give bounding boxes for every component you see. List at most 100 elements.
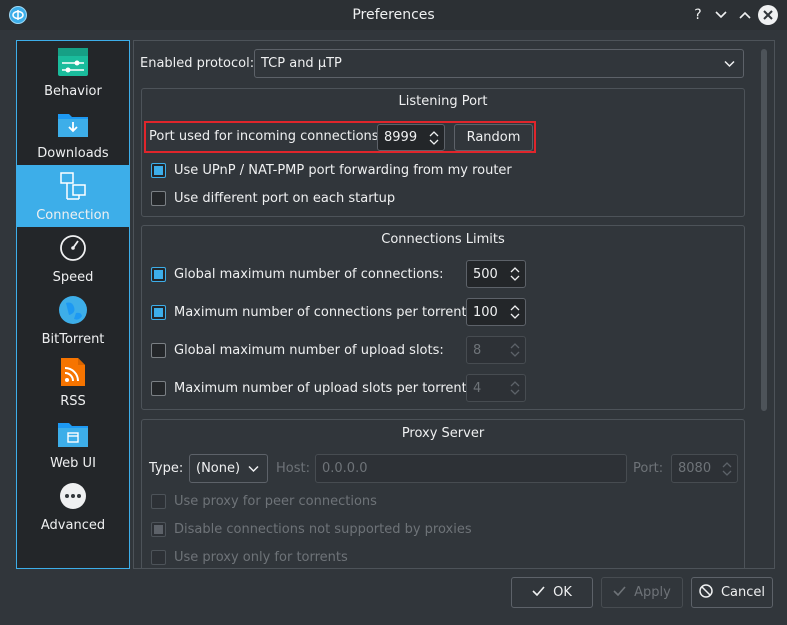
global-max-connections-row[interactable]: Global maximum number of connections: [151,267,444,282]
max-upload-slots-per-torrent-label: Maximum number of upload slots per torre… [174,381,472,396]
max-upload-slots-per-torrent-row[interactable]: Maximum number of upload slots per torre… [151,381,471,396]
port-value: 8999 [384,130,418,145]
rss-icon [57,356,89,388]
connection-settings-panel: Enabled protocol: TCP and µTP Listening … [133,40,775,569]
sidebar-item-label: BitTorrent [41,332,105,347]
max-connections-per-torrent-spinbox[interactable]: 100 [466,298,526,326]
apply-label: Apply [634,585,671,600]
sidebar-item-connection[interactable]: Connection [17,165,129,227]
diff-port-checkbox-row[interactable]: Use different port on each startup [151,191,395,206]
upnp-label: Use UPnP / NAT-PMP port forwarding from … [174,163,512,178]
close-icon[interactable] [758,5,778,25]
spin-arrows-icon [508,337,522,363]
global-max-upload-slots-label: Global maximum number of upload slots: [174,343,444,358]
upnp-checkbox[interactable] [151,163,166,178]
max-upload-slots-per-torrent-checkbox[interactable] [151,381,166,396]
protocol-select[interactable]: TCP and µTP [254,49,744,78]
proxy-peer-connections-label: Use proxy for peer connections [174,494,377,509]
proxy-only-torrents-checkbox [151,550,166,565]
proxy-host-input[interactable]: 0.0.0.0 [315,454,627,483]
window-title: Preferences [352,7,435,23]
global-max-upload-slots-row[interactable]: Global maximum number of upload slots: [151,343,444,358]
proxy-peer-connections-row: Use proxy for peer connections [151,494,377,509]
apply-button: Apply [601,577,683,608]
global-max-connections-label: Global maximum number of connections: [174,267,444,282]
sidebar-item-advanced[interactable]: Advanced [17,475,129,537]
port-label: Port used for incoming connections: [149,129,383,144]
sidebar-item-label: Behavior [44,84,102,99]
ok-label: OK [553,585,572,600]
sidebar-item-label: Advanced [40,518,106,533]
max-connections-per-torrent-label: Maximum number of connections per torren… [174,305,471,320]
global-max-connections-value: 500 [473,266,498,282]
random-port-button[interactable]: Random [454,124,533,151]
sidebar-item-label: Downloads [37,146,109,161]
proxy-host-value: 0.0.0.0 [322,461,368,476]
sidebar-item-web-ui[interactable]: Web UI [17,413,129,475]
proxy-port-spinbox: 8080 [671,454,738,483]
sidebar-item-label: RSS [60,394,86,409]
vertical-scrollbar[interactable] [761,49,767,411]
sidebar-item-speed[interactable]: Speed [17,227,129,289]
proxy-disable-unsupported-row: Disable connections not supported by pro… [151,522,472,537]
title-bar: Preferences ? [0,0,787,30]
advanced-icon [57,480,89,512]
chevron-down-icon [724,56,735,71]
proxy-port-value: 8080 [678,461,712,476]
proxy-host-label: Host: [276,461,310,476]
proxy-disable-unsupported-label: Disable connections not supported by pro… [174,522,472,537]
listening-port-title: Listening Port [398,94,488,109]
diff-port-label: Use different port on each startup [174,191,396,206]
sidebar-item-downloads[interactable]: Downloads [17,103,129,165]
proxy-type-select[interactable]: (None) [189,454,268,483]
global-max-connections-spinbox[interactable]: 500 [466,260,526,288]
spin-arrows-icon [720,455,734,482]
ok-button[interactable]: OK [511,577,593,608]
help-icon[interactable]: ? [688,5,708,25]
cancel-label: Cancel [720,585,766,600]
sidebar-item-label: Connection [36,208,110,223]
proxy-only-torrents-row: Use proxy only for torrents [151,550,348,565]
global-max-upload-slots-spinbox: 8 [466,336,526,364]
max-connections-per-torrent-row[interactable]: Maximum number of connections per torren… [151,305,471,320]
upnp-checkbox-row[interactable]: Use UPnP / NAT-PMP port forwarding from … [151,163,512,178]
sidebar-item-label: Speed [52,270,94,285]
max-connections-per-torrent-value: 100 [473,304,498,320]
port-spinbox[interactable]: 8999 [377,124,445,151]
downloads-icon [57,108,89,140]
speed-icon [57,232,89,264]
protocol-select-value: TCP and µTP [261,56,342,71]
sidebar: Behavior Downloads Connection Speed BitT… [16,40,130,569]
cancel-icon [699,583,713,602]
connection-icon [57,170,89,202]
web-ui-icon [57,418,89,450]
minimize-icon[interactable] [711,5,731,25]
spin-arrows-icon[interactable] [427,125,441,150]
listening-port-group: Listening Port Port used for incoming co… [141,88,745,217]
global-max-upload-slots-value: 8 [473,342,482,358]
diff-port-checkbox[interactable] [151,191,166,206]
proxy-server-title: Proxy Server [401,426,485,441]
proxy-type-label: Type: [149,461,184,476]
sidebar-item-bittorrent[interactable]: BitTorrent [17,289,129,351]
max-connections-per-torrent-checkbox[interactable] [151,305,166,320]
proxy-disable-unsupported-checkbox [151,522,166,537]
protocol-label: Enabled protocol: [140,56,255,71]
sidebar-item-rss[interactable]: RSS [17,351,129,413]
bittorrent-icon [57,294,89,326]
proxy-peer-connections-checkbox [151,494,166,509]
cancel-button[interactable]: Cancel [691,577,773,608]
global-max-connections-checkbox[interactable] [151,267,166,282]
maximize-icon[interactable] [735,5,755,25]
spin-arrows-icon[interactable] [508,261,522,287]
max-upload-slots-per-torrent-value: 4 [473,380,482,396]
sidebar-item-behavior[interactable]: Behavior [17,41,129,103]
spin-arrows-icon[interactable] [508,299,522,325]
app-icon [9,6,27,24]
connection-limits-title: Connections Limits [381,232,505,247]
behavior-icon [57,46,89,78]
check-icon [532,585,545,600]
random-port-label: Random [466,130,521,145]
connection-limits-group: Connections Limits Global maximum number… [141,225,745,410]
global-max-upload-slots-checkbox[interactable] [151,343,166,358]
